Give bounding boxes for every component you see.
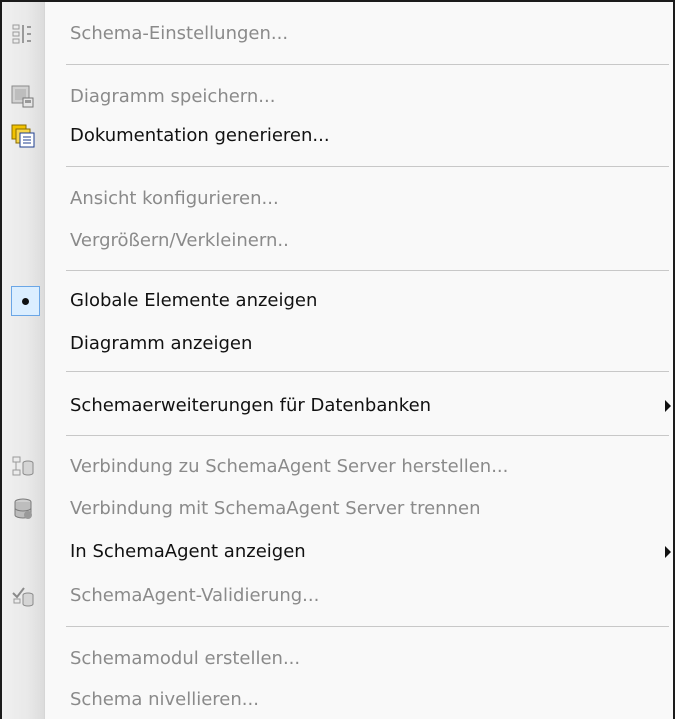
- menu-separator: [66, 435, 669, 436]
- menu-item-label: SchemaAgent-Validierung...: [70, 585, 320, 606]
- menu-item-label: Diagramm speichern...: [70, 86, 276, 107]
- generate-documentation-icon: [11, 124, 35, 148]
- menu-item-label: In SchemaAgent anzeigen: [70, 541, 306, 562]
- menu-separator: [66, 166, 669, 167]
- menu-item-create-schema-module[interactable]: Schemamodul erstellen...: [2, 639, 673, 679]
- menu-item-flatten-schema[interactable]: Schema nivellieren...: [2, 680, 673, 720]
- menu-item-zoom[interactable]: Vergrößern/Verkleinern..: [2, 221, 673, 261]
- menu-item-schemaagent-validation[interactable]: SchemaAgent-Validierung...: [2, 576, 673, 616]
- menu-item-show-global-elements[interactable]: Globale Elemente anzeigen: [2, 281, 673, 321]
- menu-item-configure-view[interactable]: Ansicht konfigurieren...: [2, 179, 673, 219]
- menu-separator: [66, 371, 669, 372]
- submenu-arrow-icon: [665, 400, 671, 412]
- menu-item-db-schema-extensions[interactable]: Schemaerweiterungen für Datenbanken: [2, 386, 673, 426]
- menu-item-label: Dokumentation generieren...: [70, 125, 330, 146]
- checked-indicator: [11, 286, 40, 316]
- menu-item-disconnect-schemaagent[interactable]: Verbindung mit SchemaAgent Server trenne…: [2, 489, 673, 529]
- menu-separator: [66, 626, 669, 627]
- menu-item-generate-documentation[interactable]: Dokumentation generieren...: [2, 116, 673, 156]
- save-diagram-icon: [11, 85, 35, 109]
- connect-schemaagent-icon: [11, 455, 35, 479]
- menu-item-label: Diagramm anzeigen: [70, 333, 253, 354]
- menu-separator: [66, 64, 669, 65]
- menu-item-label: Schema-Einstellungen...: [70, 23, 289, 44]
- menu-item-connect-schemaagent[interactable]: Verbindung zu SchemaAgent Server herstel…: [2, 447, 673, 487]
- menu-item-label: Globale Elemente anzeigen: [70, 290, 318, 311]
- menu-item-label: Schemamodul erstellen...: [70, 648, 301, 669]
- context-menu: Schema-Einstellungen... Diagramm speiche…: [0, 0, 675, 719]
- menu-item-label: Schema nivellieren...: [70, 689, 259, 710]
- disconnect-schemaagent-icon: [11, 497, 35, 521]
- menu-item-show-in-schemaagent[interactable]: In SchemaAgent anzeigen: [2, 532, 673, 572]
- radio-dot-icon: [22, 298, 29, 305]
- menu-separator: [66, 270, 669, 271]
- menu-item-label: Verbindung mit SchemaAgent Server trenne…: [70, 498, 481, 519]
- menu-item-label: Verbindung zu SchemaAgent Server herstel…: [70, 456, 509, 477]
- schemaagent-validation-icon: [11, 584, 35, 608]
- menu-item-save-diagram[interactable]: Diagramm speichern...: [2, 77, 673, 117]
- menu-item-show-diagram[interactable]: Diagramm anzeigen: [2, 324, 673, 364]
- menu-item-label: Ansicht konfigurieren...: [70, 188, 279, 209]
- menu-item-label: Vergrößern/Verkleinern..: [70, 230, 289, 251]
- schema-settings-icon: [11, 22, 35, 46]
- menu-item-schema-settings[interactable]: Schema-Einstellungen...: [2, 14, 673, 54]
- submenu-arrow-icon: [665, 546, 671, 558]
- menu-item-label: Schemaerweiterungen für Datenbanken: [70, 395, 432, 416]
